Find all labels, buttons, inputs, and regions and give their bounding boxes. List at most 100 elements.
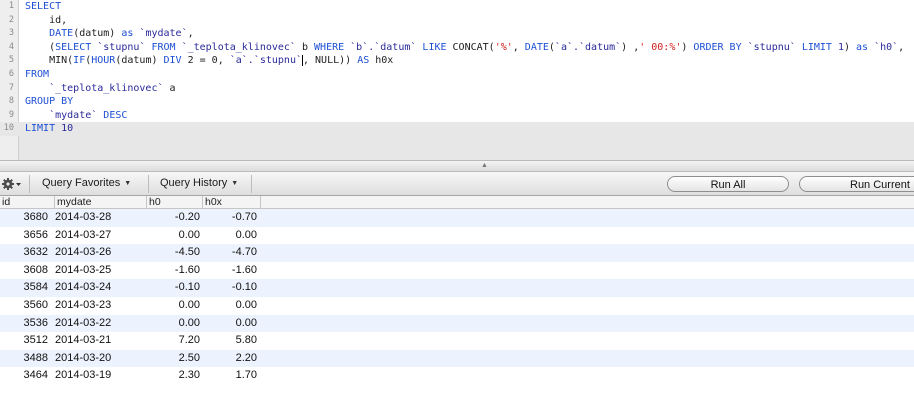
sql-editor[interactable]: 1 SELECT 2 id, 3 DATE(datum) as `mydate`, 4 … [0, 0, 914, 160]
cell-h0x[interactable]: 1.70 [203, 367, 258, 385]
cell-mydate[interactable]: 2014-03-24 [55, 279, 147, 297]
code-token: ORDER BY [693, 41, 742, 53]
code-line[interactable]: 6 FROM [0, 68, 914, 82]
cell-h0[interactable]: -0.20 [147, 209, 202, 227]
cell-mydate[interactable]: 2014-03-20 [55, 350, 147, 368]
cell-id[interactable]: 3608 [0, 262, 50, 280]
cell-h0[interactable]: 2.50 [147, 350, 202, 368]
table-row[interactable]: 3464 2014-03-19 2.30 1.70 [0, 367, 914, 385]
code-token: WHERE [314, 41, 345, 53]
code-line[interactable]: 10 LIMIT 10 [0, 122, 914, 136]
cell-h0x[interactable]: -0.10 [203, 279, 258, 297]
cell-h0[interactable]: 0.00 [147, 315, 202, 333]
code-text[interactable]: id, [25, 14, 67, 28]
table-row[interactable]: 3536 2014-03-22 0.00 0.00 [0, 314, 914, 333]
cell-id[interactable]: 3632 [0, 244, 50, 262]
table-row[interactable]: 3488 2014-03-20 2.50 2.20 [0, 349, 914, 368]
code-token: 1 [831, 41, 844, 53]
code-token: id, [25, 14, 68, 26]
cell-id[interactable]: 3656 [0, 227, 50, 245]
table-row[interactable]: 3680 2014-03-28 -0.20 -0.70 [0, 209, 914, 227]
cell-h0x[interactable]: 2.20 [203, 350, 258, 368]
cell-h0x[interactable]: 0.00 [203, 227, 258, 245]
results-table[interactable]: id mydate h0 h0x 3680 2014-03-28 -0.20 -0.7… [0, 196, 914, 405]
gear-icon [2, 178, 21, 190]
table-row[interactable]: 3584 2014-03-24 -0.10 -0.10 [0, 279, 914, 297]
cell-h0[interactable]: -1.60 [147, 262, 202, 280]
code-line[interactable]: 7 `_teplota_klinovec` a [0, 82, 914, 96]
code-line[interactable]: 2 id, [0, 14, 914, 28]
cell-h0x[interactable]: 0.00 [203, 297, 258, 315]
code-text[interactable]: (SELECT `stupnu` FROM `_teplota_klinovec… [25, 41, 904, 55]
cell-id[interactable]: 3560 [0, 297, 50, 315]
code-text[interactable]: GROUP BY [25, 95, 73, 109]
code-token: ) [843, 41, 857, 53]
code-token: `_teplota_klinovec` [175, 41, 296, 53]
cell-id[interactable]: 3512 [0, 332, 50, 350]
cell-mydate[interactable]: 2014-03-21 [55, 332, 147, 350]
cell-mydate[interactable]: 2014-03-26 [55, 244, 147, 262]
cell-mydate[interactable]: 2014-03-23 [55, 297, 147, 315]
cell-mydate[interactable]: 2014-03-28 [55, 209, 147, 227]
cell-h0x[interactable]: -4.70 [203, 244, 258, 262]
table-row[interactable]: 3632 2014-03-26 -4.50 -4.70 [0, 244, 914, 262]
cell-id[interactable]: 3464 [0, 367, 50, 385]
cell-h0x[interactable]: 0.00 [203, 315, 258, 333]
cell-h0[interactable]: -4.50 [147, 244, 202, 262]
column-header-mydate[interactable]: mydate [55, 196, 147, 209]
code-token: `a`.`datum` [554, 41, 622, 53]
code-line[interactable]: 4 (SELECT `stupnu` FROM `_teplota_klinov… [0, 41, 914, 55]
table-row[interactable]: 3608 2014-03-25 -1.60 -1.60 [0, 261, 914, 280]
cell-mydate[interactable]: 2014-03-19 [55, 367, 147, 385]
cell-h0x[interactable]: -0.70 [203, 209, 258, 227]
cell-h0[interactable]: 7.20 [147, 332, 202, 350]
column-header-h0[interactable]: h0 [147, 196, 203, 209]
cell-id[interactable]: 3536 [0, 315, 50, 333]
code-line[interactable]: 3 DATE(datum) as `mydate`, [0, 27, 914, 41]
table-row[interactable]: 3560 2014-03-23 0.00 0.00 [0, 296, 914, 315]
cell-h0x[interactable]: 5.80 [203, 332, 258, 350]
column-header-h0x[interactable]: h0x [203, 196, 261, 209]
code-line[interactable]: 5 MIN(IF(HOUR(datum) DIV 2 = 0, `a`.`stu… [0, 54, 914, 68]
column-header-id[interactable]: id [0, 196, 55, 209]
cell-id[interactable]: 3680 [0, 209, 50, 227]
cell-id[interactable]: 3584 [0, 279, 50, 297]
code-line[interactable]: 8 GROUP BY [0, 95, 914, 109]
code-token: HOUR [91, 55, 116, 67]
toolbar-separator [148, 175, 149, 193]
query-favorites-menu[interactable]: Query Favorites ▼ [42, 177, 131, 189]
code-text[interactable]: FROM [25, 68, 49, 82]
cell-h0x[interactable]: -1.60 [203, 262, 258, 280]
splitter-grip-icon[interactable]: ▲ [481, 162, 488, 169]
code-lines[interactable]: 1 SELECT 2 id, 3 DATE(datum) as `mydate`, 4 … [0, 0, 914, 136]
code-line[interactable]: 9 `mydate` DESC [0, 109, 914, 123]
code-text[interactable]: `_teplota_klinovec` a [25, 82, 175, 96]
line-number: 5 [8, 55, 14, 66]
code-text[interactable]: MIN(IF(HOUR(datum) DIV 2 = 0, `a`.`stupn… [25, 54, 393, 68]
cell-mydate[interactable]: 2014-03-25 [55, 262, 147, 280]
gear-menu-button[interactable] [2, 176, 26, 192]
cell-h0[interactable]: 2.30 [147, 367, 202, 385]
code-text[interactable]: `mydate` DESC [25, 109, 127, 123]
run-all-button[interactable]: Run All [667, 176, 789, 192]
cell-h0[interactable]: 0.00 [147, 297, 202, 315]
editor-results-splitter[interactable]: ▲ [0, 160, 914, 172]
line-number: 1 [8, 1, 14, 11]
code-text[interactable]: SELECT [25, 0, 61, 14]
code-text[interactable]: LIMIT 10 [25, 122, 73, 136]
cell-mydate[interactable]: 2014-03-27 [55, 227, 147, 245]
code-line[interactable]: 1 SELECT [0, 0, 914, 14]
cell-id[interactable]: 3488 [0, 350, 50, 368]
cell-h0[interactable]: -0.10 [147, 279, 202, 297]
run-current-button[interactable]: Run Current [799, 176, 914, 192]
code-text[interactable]: DATE(datum) as `mydate`, [25, 27, 194, 41]
query-history-menu[interactable]: Query History ▼ [160, 177, 238, 189]
code-token: `_teplota_klinovec` [49, 82, 164, 94]
cell-mydate[interactable]: 2014-03-22 [55, 315, 147, 333]
code-token: , [898, 41, 905, 53]
line-number: 2 [8, 14, 14, 25]
cell-h0[interactable]: 0.00 [147, 227, 202, 245]
table-row[interactable]: 3656 2014-03-27 0.00 0.00 [0, 226, 914, 245]
table-row[interactable]: 3512 2014-03-21 7.20 5.80 [0, 332, 914, 350]
